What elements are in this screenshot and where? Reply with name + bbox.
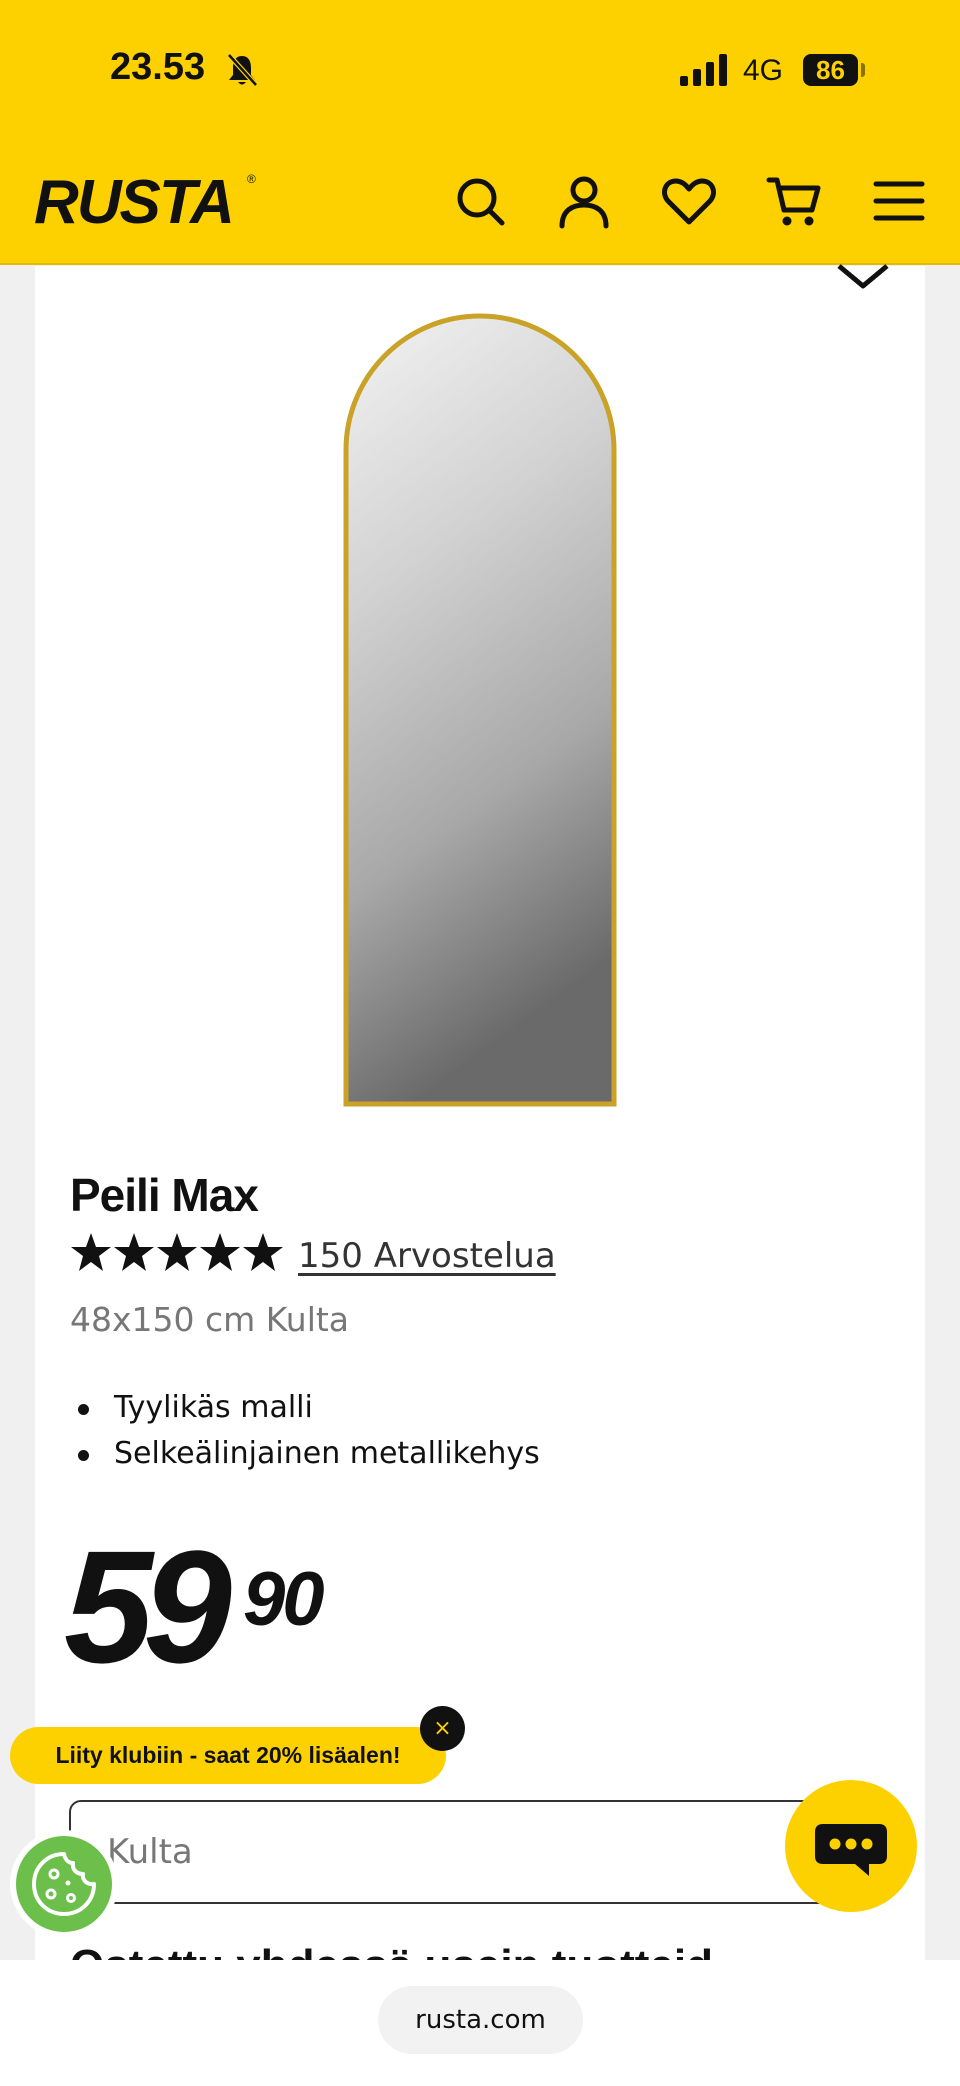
variant-select-value: Kulta [107, 1832, 193, 1872]
star-icon [114, 1233, 154, 1271]
rating-stars [71, 1233, 283, 1271]
star-icon [157, 1233, 197, 1271]
battery-tip [861, 63, 865, 77]
site-header: RUSTA ® [0, 150, 960, 265]
user-icon[interactable] [555, 172, 613, 230]
variant-select[interactable]: Kulta [69, 1800, 891, 1904]
battery-indicator: 86 [803, 54, 858, 86]
heart-icon[interactable] [660, 172, 718, 230]
chat-icon [815, 1824, 887, 1876]
bell-off-icon [227, 53, 258, 87]
star-icon [243, 1233, 283, 1271]
network-label: 4G [743, 54, 784, 87]
url-bar[interactable]: rusta.com [378, 1986, 583, 2054]
search-icon[interactable] [451, 172, 509, 230]
reviews-link[interactable]: 150 Arvostelua [298, 1236, 556, 1276]
menu-icon[interactable] [870, 172, 928, 230]
cookie-settings-button[interactable] [10, 1830, 118, 1938]
chevron-down-icon[interactable] [833, 252, 893, 292]
status-bar: 23.53 4G 86 [0, 0, 960, 150]
price-decimal: 90 [243, 1557, 325, 1642]
cart-icon[interactable] [765, 172, 823, 230]
club-promo-banner[interactable]: Liity klubiin - saat 20% lisäalen! [10, 1727, 446, 1784]
feature-item: Selkeälinjainen metallikehys [70, 1431, 540, 1477]
browser-bottom-bar: rusta.com [0, 1960, 960, 2086]
rusta-logo[interactable]: RUSTA [34, 167, 235, 238]
product-title: Peili Max [70, 1169, 259, 1221]
status-time: 23.53 [110, 46, 206, 88]
signal-icon [680, 54, 727, 86]
chat-button[interactable] [785, 1780, 917, 1912]
star-icon [71, 1233, 111, 1271]
price-main: 59 [64, 1517, 232, 1696]
related-products-heading: Ostettu yhdessä usein tuotteiden kanssa [70, 1946, 710, 1960]
star-icon [200, 1233, 240, 1271]
product-image-mirror[interactable] [340, 310, 620, 1112]
cookie-icon [32, 1852, 96, 1916]
logo-registered-mark: ® [247, 172, 256, 186]
close-promo-button[interactable]: × [420, 1706, 465, 1751]
feature-item: Tyylikäs malli [70, 1385, 540, 1431]
product-variant-text: 48x150 cm Kulta [70, 1300, 350, 1339]
feature-list: Tyylikäs malli Selkeälinjainen metallike… [70, 1385, 540, 1477]
